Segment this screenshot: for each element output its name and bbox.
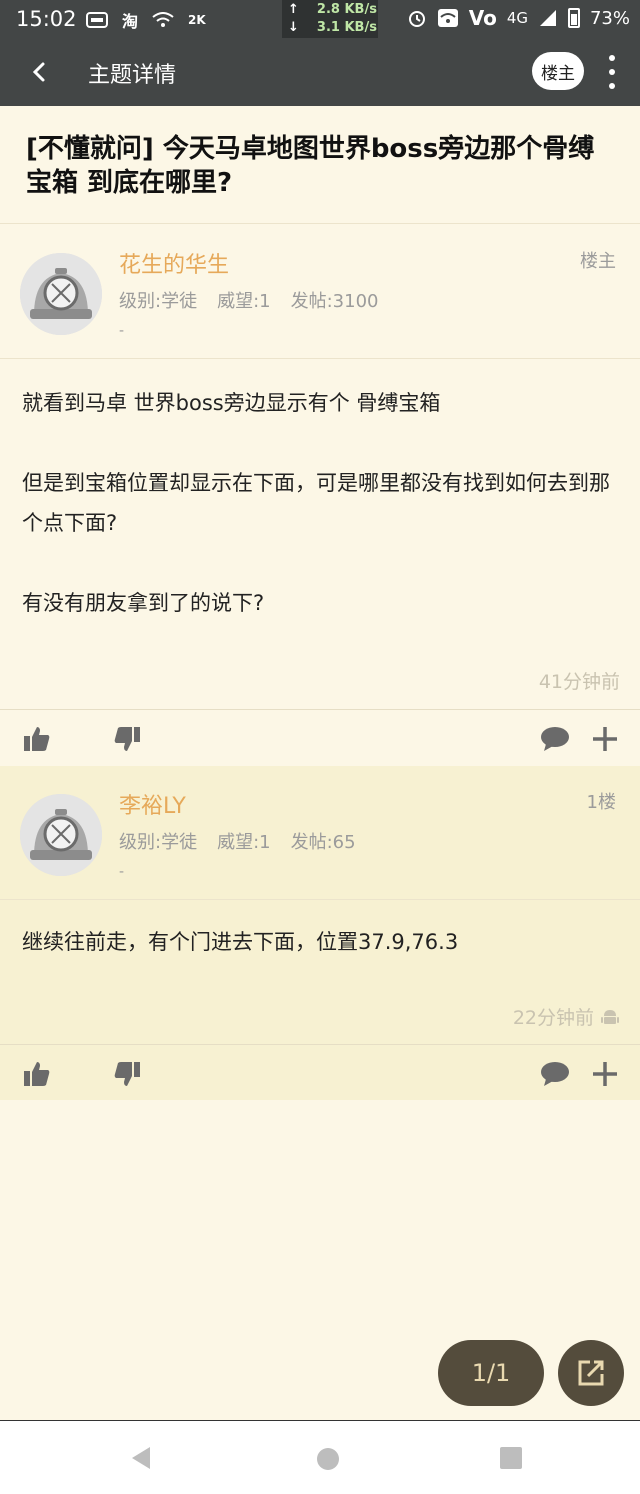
signal-icon [539,10,556,26]
thumbs-up-icon [24,727,50,751]
more-dot [609,83,615,89]
post-content: 就看到马卓 世界boss旁边显示有个 骨缚宝箱 但是到宝箱位置却显示在下面，可是… [0,359,640,623]
user-level: 级别:学徒 [119,291,198,312]
message-icon [86,12,108,28]
user-post-count: 发帖:3100 [290,291,379,312]
post-time: 22分钟前 [513,1003,620,1030]
thumbs-up-icon [24,1062,50,1086]
add-button[interactable] [590,724,620,754]
topic-header: [不懂就问] 今天马卓地图世界boss旁边那个骨缚宝箱 到底在哪里? [0,106,640,224]
plus-icon [593,727,617,751]
topic-title: [不懂就问] 今天马卓地图世界boss旁边那个骨缚宝箱 到底在哪里? [26,134,595,198]
post-actions [0,709,640,767]
comment-bubble-icon [541,1062,569,1086]
user-meta: 级别:学徒 威望:1 发帖:3100 [119,287,378,313]
edit-icon [578,1360,604,1386]
post-paragraph: 有没有朋友拿到了的说下? [22,591,265,615]
compose-reply-button[interactable] [558,1340,624,1406]
network-speed: ↑ 2.8 KB/s ↓ 3.1 KB/s [282,0,378,38]
app-bar: 主题详情 楼主 [0,38,640,106]
diving-helmet-avatar-icon [20,794,102,876]
floor-label: 楼主 [580,251,616,272]
back-button[interactable] [22,54,58,90]
post-time-text: 22分钟前 [512,1007,594,1029]
post-paragraph: 但是到宝箱位置却显示在下面，可是哪里都没有找到如何去到那个点下面? [22,471,610,535]
post-reply: 李裕LY 级别:学徒 威望:1 发帖:65 - 1楼 继续往前走，有个门进去下面… [0,766,640,962]
user-signature: - [119,864,125,880]
post-content: 继续往前走，有个门进去下面，位置37.9,76.3 [0,900,640,962]
page-title: 主题详情 [88,63,177,88]
post-actions [0,1044,640,1102]
avatar[interactable] [20,253,102,335]
network-type: 4G [506,9,528,27]
user-level: 级别:学徒 [119,832,198,853]
upload-speed: 2.8 KB/s [316,2,377,17]
add-button[interactable] [590,1059,620,1089]
thumbs-down-icon [114,727,140,751]
user-prestige: 威望:1 [217,291,271,312]
avatar[interactable] [20,794,102,876]
username[interactable]: 花生的华生 [119,247,229,279]
thumbs-down-icon [114,1062,140,1086]
user-prestige: 威望:1 [217,832,271,853]
post-time: 41分钟前 [539,667,620,694]
diving-helmet-avatar-icon [20,253,102,335]
post-author-header: 李裕LY 级别:学徒 威望:1 发帖:65 - 1楼 [0,766,640,900]
comment-bubble-icon [541,727,569,751]
page-indicator-button[interactable]: 1/1 [438,1340,544,1406]
only-op-button[interactable]: 楼主 [532,52,584,90]
more-menu-button[interactable] [602,52,622,92]
chevron-left-icon [32,62,45,82]
post-paragraph: 继续往前走，有个门进去下面，位置37.9,76.3 [22,930,459,954]
download-arrow-icon: ↓ [288,20,299,35]
system-nav-bar [0,1420,640,1494]
status-time: 15:02 [16,7,77,31]
post-paragraph: 就看到马卓 世界boss旁边显示有个 骨缚宝箱 [22,391,441,415]
like-button[interactable] [22,1059,52,1089]
comment-button[interactable] [540,724,570,754]
post-time-text: 41分钟前 [538,671,620,693]
battery-level: 73% [589,7,630,29]
user-meta: 级别:学徒 威望:1 发帖:65 [119,828,356,854]
dislike-button[interactable] [112,1059,142,1089]
more-dot [609,69,615,75]
nav-back-icon[interactable] [128,1445,154,1471]
status-bar: 15:02 淘 2K ↑ 2.8 KB/s ↓ 3.1 KB/s Vo 4G 73% [0,0,640,38]
like-button[interactable] [22,724,52,754]
post-op: 花生的华生 级别:学徒 威望:1 发帖:3100 - 楼主 就看到马卓 世界bo… [0,225,640,623]
nav-recents-icon[interactable] [500,1447,522,1469]
volte-label: Vo [468,6,497,30]
more-dot [609,55,615,61]
wifi-box-icon [437,9,458,27]
status-left-icons: 淘 2K [86,8,206,32]
battery-icon [567,8,580,28]
2k-icon: 2K [188,13,206,27]
wifi-icon [152,12,174,27]
comment-button[interactable] [540,1059,570,1089]
taobao-icon: 淘 [122,12,139,31]
username[interactable]: 李裕LY [119,788,186,820]
floor-label: 1楼 [586,792,616,813]
user-post-count: 发帖:65 [290,832,356,853]
alarm-icon [408,11,425,27]
user-signature: - [119,323,125,339]
plus-icon [593,1062,617,1086]
nav-home-icon[interactable] [317,1448,339,1470]
android-icon [601,1009,619,1024]
dislike-button[interactable] [112,724,142,754]
download-speed: 3.1 KB/s [316,20,377,35]
status-right-icons: Vo 4G 73% [407,6,630,30]
post-author-header: 花生的华生 级别:学徒 威望:1 发帖:3100 - 楼主 [0,225,640,359]
upload-arrow-icon: ↑ [288,2,299,17]
